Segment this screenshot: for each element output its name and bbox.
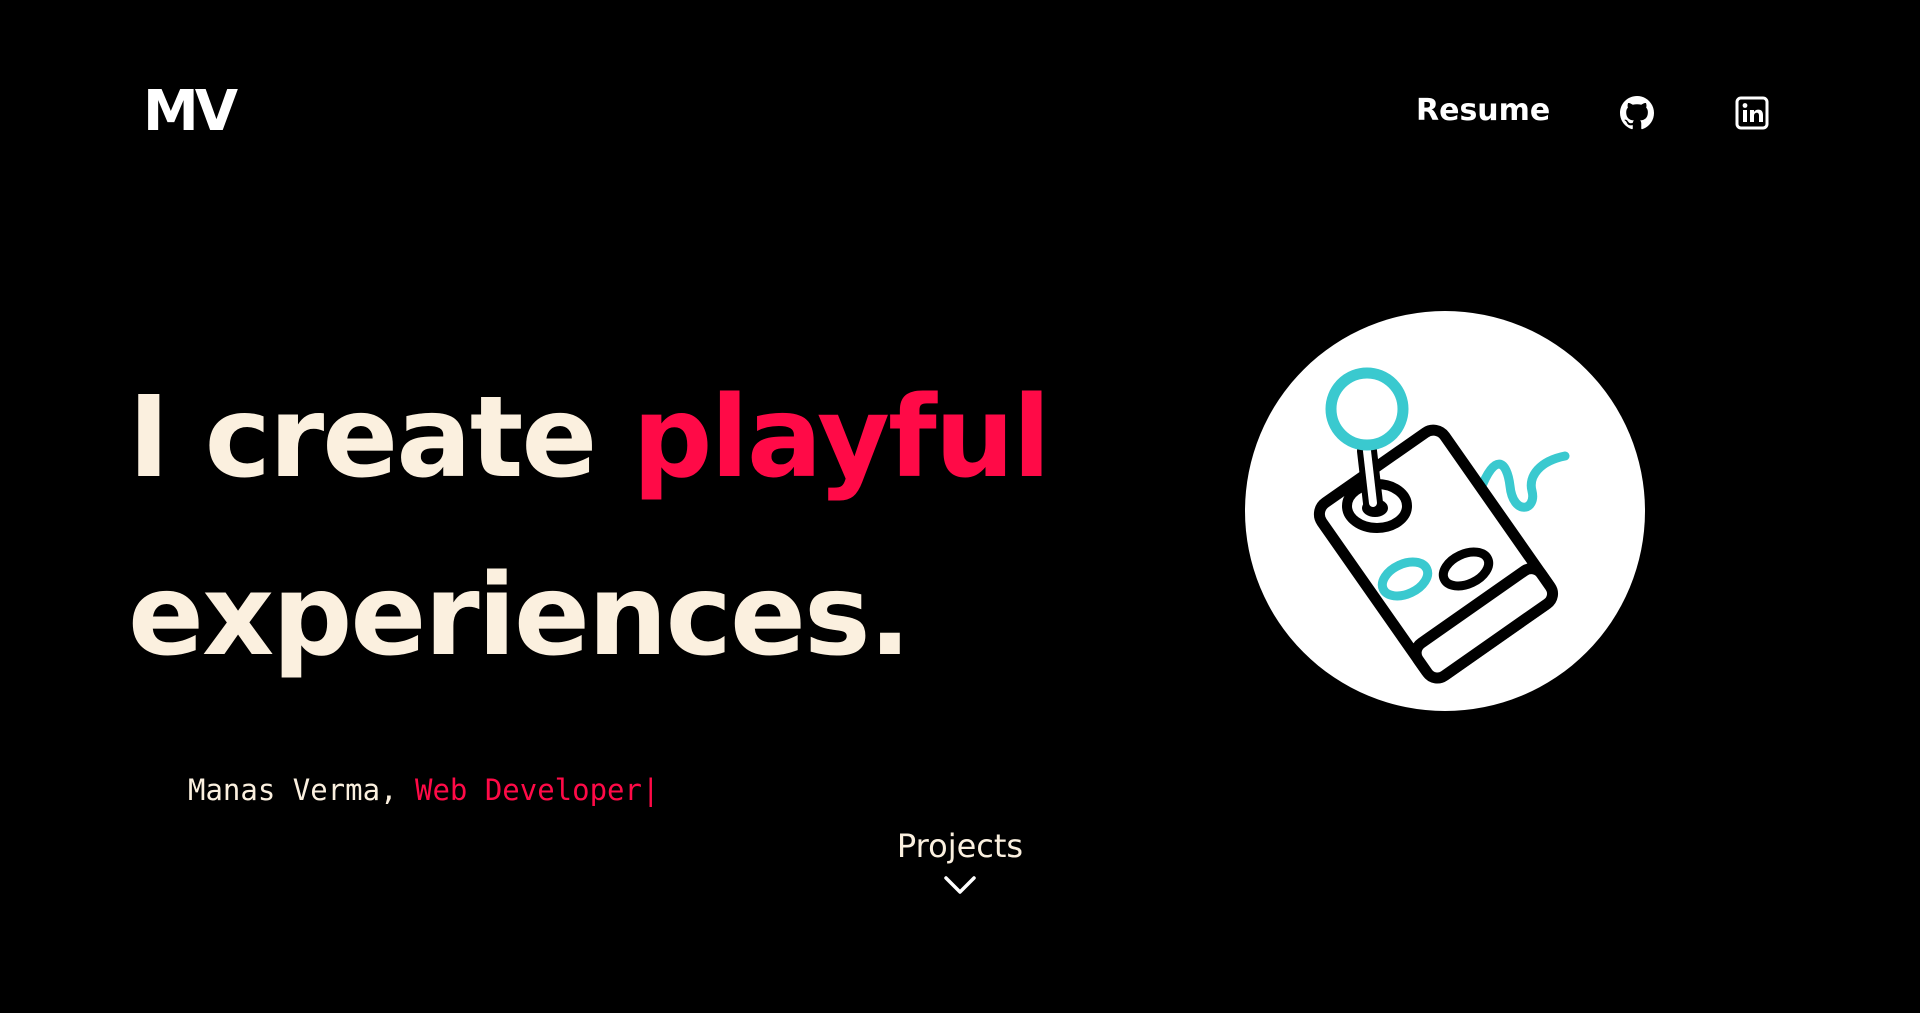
chevron-down-icon (944, 876, 976, 894)
projects-scroll-button[interactable]: Projects (860, 830, 1060, 896)
headline-line-2: experiences. (128, 551, 911, 681)
headline-accent-text: playful (632, 373, 1051, 503)
linkedin-icon[interactable] (1735, 96, 1769, 130)
tagline-role: Web Developer (414, 773, 642, 807)
tagline-name: Manas Verma, (188, 773, 415, 807)
resume-link[interactable]: Resume (1416, 96, 1550, 126)
github-icon[interactable] (1620, 96, 1654, 130)
typing-cursor: | (641, 773, 660, 807)
headline-text: I create (128, 373, 633, 503)
joystick-icon (1245, 311, 1645, 711)
headline-line-1: I create playful (128, 382, 1051, 494)
projects-label: Projects (896, 827, 1024, 865)
joystick-illustration (1245, 311, 1645, 711)
logo[interactable]: MV (143, 84, 238, 140)
tagline: Manas Verma, Web Developer| (188, 776, 659, 805)
